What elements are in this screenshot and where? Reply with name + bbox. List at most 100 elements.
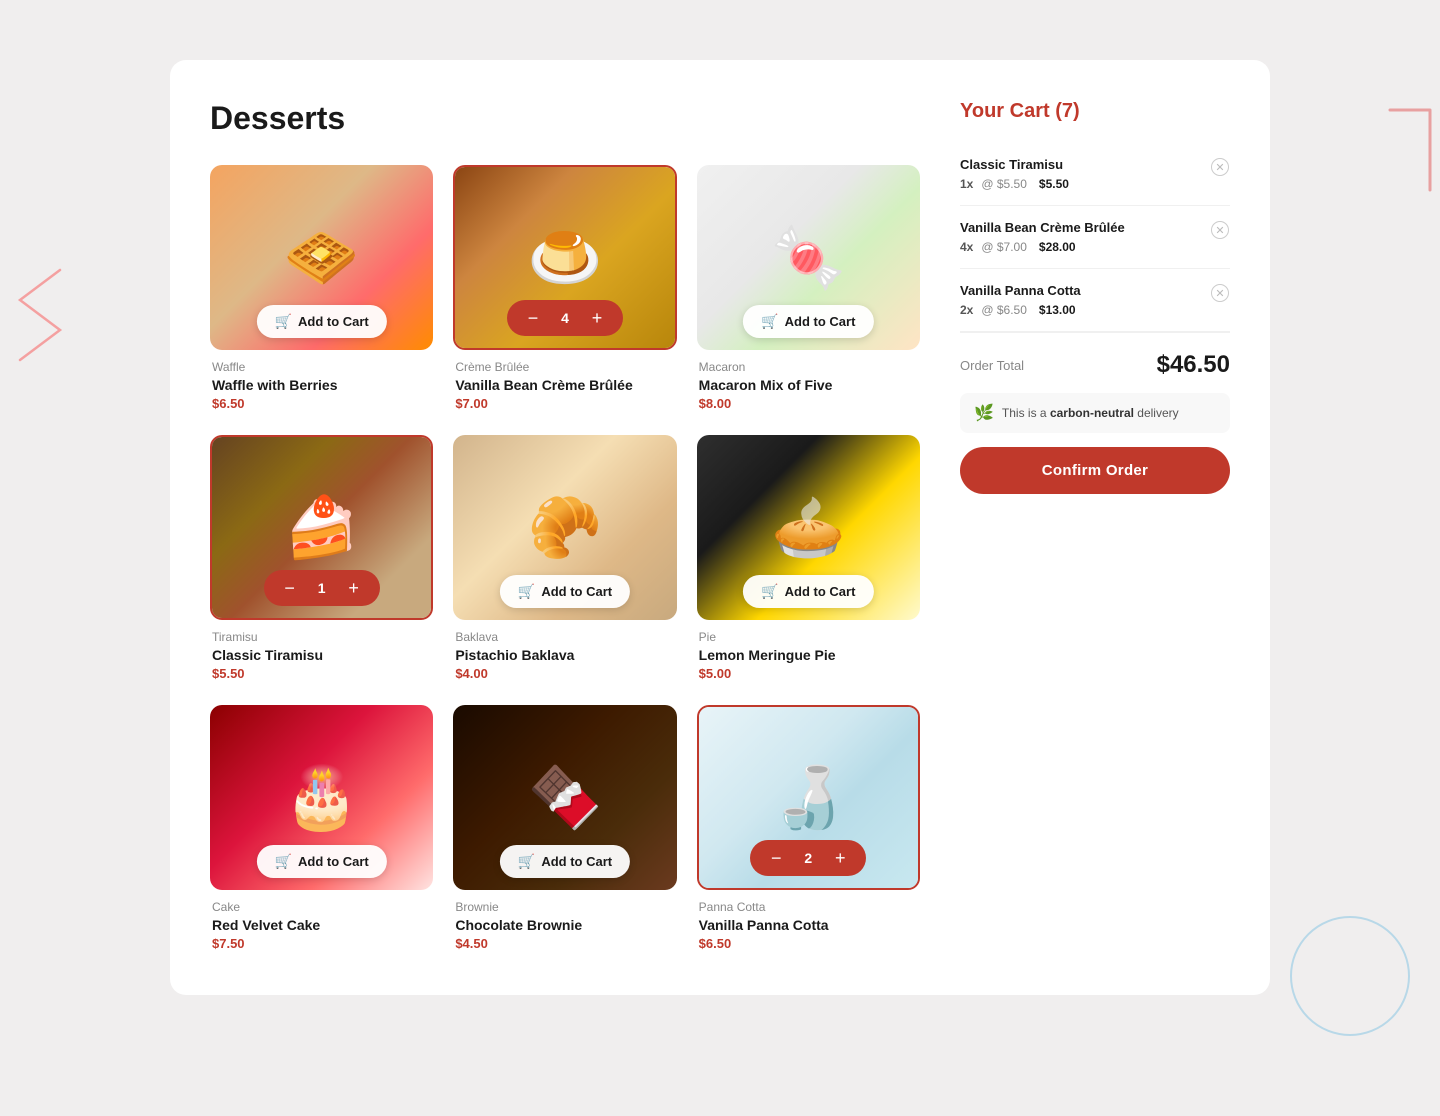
page-title: Desserts [210,100,920,137]
product-price-creme-brulee: $7.00 [455,396,674,411]
product-image-macaron: 🍬 🛒 Add to Cart [697,165,920,350]
cart-item-name-panna-cotta: Vanilla Panna Cotta [960,283,1230,298]
increase-tiramisu[interactable]: + [344,578,364,598]
cart-item-name-creme-brulee: Vanilla Bean Crème Brûlée [960,220,1230,235]
background-corner-decoration [1360,100,1440,205]
remove-icon-tiramisu: ✕ [1211,158,1229,176]
product-category-panna-cotta: Panna Cotta [699,900,918,914]
cart-item-total-tiramisu: $5.50 [1039,177,1069,191]
cart-item-total-creme-brulee: $28.00 [1039,240,1076,254]
product-info-waffle: Waffle Waffle with Berries $6.50 [210,350,433,415]
product-price-panna-cotta: $6.50 [699,936,918,951]
product-category-macaron: Macaron [699,360,918,374]
product-info-tiramisu: Tiramisu Classic Tiramisu $5.50 [210,620,433,685]
order-total-label: Order Total [960,358,1024,373]
increase-panna-cotta[interactable]: + [830,848,850,868]
cart-item-tiramisu: Classic Tiramisu 1x @ $5.50 $5.50 ✕ [960,143,1230,206]
remove-creme-brulee-button[interactable]: ✕ [1210,220,1230,240]
cart-icon-baklava: 🛒 [518,583,535,600]
cart-item-total-panna-cotta: $13.00 [1039,303,1076,317]
product-card-panna-cotta: 🍶 − 2 + Panna Cotta Vanilla Panna Cotta … [697,705,920,955]
product-price-waffle: $6.50 [212,396,431,411]
product-category-creme-brulee: Crème Brûlée [455,360,674,374]
remove-tiramisu-button[interactable]: ✕ [1210,157,1230,177]
product-name-creme-brulee: Vanilla Bean Crème Brûlée [455,377,674,393]
background-wave [0,260,80,385]
product-card-tiramisu: 🍰 − 1 + Tiramisu Classic Tiramisu $5.50 [210,435,433,685]
main-content-card: Desserts 🧇 🛒 Add to Cart Waffle Waffle w… [170,60,1270,995]
cart-icon-red-velvet: 🛒 [275,853,292,870]
product-image-creme-brulee: 🍮 − 4 + [453,165,676,350]
product-info-creme-brulee: Crème Brûlée Vanilla Bean Crème Brûlée $… [453,350,676,415]
cart-item-qty-panna-cotta: 2x [960,303,973,317]
product-info-lemon-pie: Pie Lemon Meringue Pie $5.00 [697,620,920,685]
carbon-neutral-badge: 🌿 This is a carbon-neutral delivery [960,393,1230,433]
product-category-lemon-pie: Pie [699,630,918,644]
product-name-panna-cotta: Vanilla Panna Cotta [699,917,918,933]
cart-icon: 🛒 [275,313,292,330]
leaf-icon: 🌿 [974,403,994,423]
cart-icon-lemon-pie: 🛒 [761,583,778,600]
product-image-tiramisu: 🍰 − 1 + [210,435,433,620]
product-price-macaron: $8.00 [699,396,918,411]
product-card-waffle: 🧇 🛒 Add to Cart Waffle Waffle with Berri… [210,165,433,415]
quantity-control-tiramisu: − 1 + [264,570,380,606]
order-total-value: $46.50 [1157,351,1230,379]
add-to-cart-lemon-pie[interactable]: 🛒 Add to Cart [743,575,873,608]
add-to-cart-brownie[interactable]: 🛒 Add to Cart [500,845,630,878]
decrease-creme-brulee[interactable]: − [523,308,543,328]
product-info-panna-cotta: Panna Cotta Vanilla Panna Cotta $6.50 [697,890,920,955]
product-image-lemon-pie: 🥧 🛒 Add to Cart [697,435,920,620]
remove-panna-cotta-button[interactable]: ✕ [1210,283,1230,303]
add-to-cart-waffle[interactable]: 🛒 Add to Cart [257,305,387,338]
product-card-creme-brulee: 🍮 − 4 + Crème Brûlée Vanilla Bean Crème … [453,165,676,415]
carbon-neutral-text: carbon-neutral [1050,406,1134,420]
confirm-order-button[interactable]: Confirm Order [960,447,1230,494]
add-to-cart-red-velvet[interactable]: 🛒 Add to Cart [257,845,387,878]
product-category-red-velvet: Cake [212,900,431,914]
product-card-red-velvet: 🎂 🛒 Add to Cart Cake Red Velvet Cake $7.… [210,705,433,955]
product-info-baklava: Baklava Pistachio Baklava $4.00 [453,620,676,685]
product-price-baklava: $4.00 [455,666,674,681]
cart-icon-macaron: 🛒 [761,313,778,330]
product-category-brownie: Brownie [455,900,674,914]
add-to-cart-macaron[interactable]: 🛒 Add to Cart [743,305,873,338]
cart-item-unit-tiramisu: @ $5.50 [981,177,1027,191]
remove-icon-panna-cotta: ✕ [1211,284,1229,302]
cart-section: Your Cart (7) Classic Tiramisu 1x @ $5.5… [960,100,1230,955]
product-name-waffle: Waffle with Berries [212,377,431,393]
product-name-macaron: Macaron Mix of Five [699,377,918,393]
background-circle-decoration [1290,916,1410,1036]
cart-title: Your Cart (7) [960,100,1230,123]
qty-value-panna-cotta: 2 [800,850,816,866]
cart-item-qty-tiramisu: 1x [960,177,973,191]
product-card-baklava: 🥐 🛒 Add to Cart Baklava Pistachio Baklav… [453,435,676,685]
product-price-red-velvet: $7.50 [212,936,431,951]
decrease-tiramisu[interactable]: − [280,578,300,598]
products-section: Desserts 🧇 🛒 Add to Cart Waffle Waffle w… [210,100,920,955]
product-card-brownie: 🍫 🛒 Add to Cart Brownie Chocolate Browni… [453,705,676,955]
cart-item-name-tiramisu: Classic Tiramisu [960,157,1230,172]
add-to-cart-baklava[interactable]: 🛒 Add to Cart [500,575,630,608]
product-category-tiramisu: Tiramisu [212,630,431,644]
increase-creme-brulee[interactable]: + [587,308,607,328]
decrease-panna-cotta[interactable]: − [766,848,786,868]
product-image-waffle: 🧇 🛒 Add to Cart [210,165,433,350]
product-info-brownie: Brownie Chocolate Brownie $4.50 [453,890,676,955]
product-name-brownie: Chocolate Brownie [455,917,674,933]
cart-items-list: Classic Tiramisu 1x @ $5.50 $5.50 ✕ Vani… [960,143,1230,332]
quantity-control-panna-cotta: − 2 + [750,840,866,876]
order-total-row: Order Total $46.50 [960,332,1230,393]
product-name-lemon-pie: Lemon Meringue Pie [699,647,918,663]
cart-icon-brownie: 🛒 [518,853,535,870]
cart-item-unit-panna-cotta: @ $6.50 [981,303,1027,317]
cart-item-panna-cotta: Vanilla Panna Cotta 2x @ $6.50 $13.00 ✕ [960,269,1230,332]
product-grid: 🧇 🛒 Add to Cart Waffle Waffle with Berri… [210,165,920,955]
product-card-macaron: 🍬 🛒 Add to Cart Macaron Macaron Mix of F… [697,165,920,415]
product-name-red-velvet: Red Velvet Cake [212,917,431,933]
qty-value-tiramisu: 1 [314,580,330,596]
product-price-brownie: $4.50 [455,936,674,951]
product-name-tiramisu: Classic Tiramisu [212,647,431,663]
product-image-red-velvet: 🎂 🛒 Add to Cart [210,705,433,890]
remove-icon-creme-brulee: ✕ [1211,221,1229,239]
